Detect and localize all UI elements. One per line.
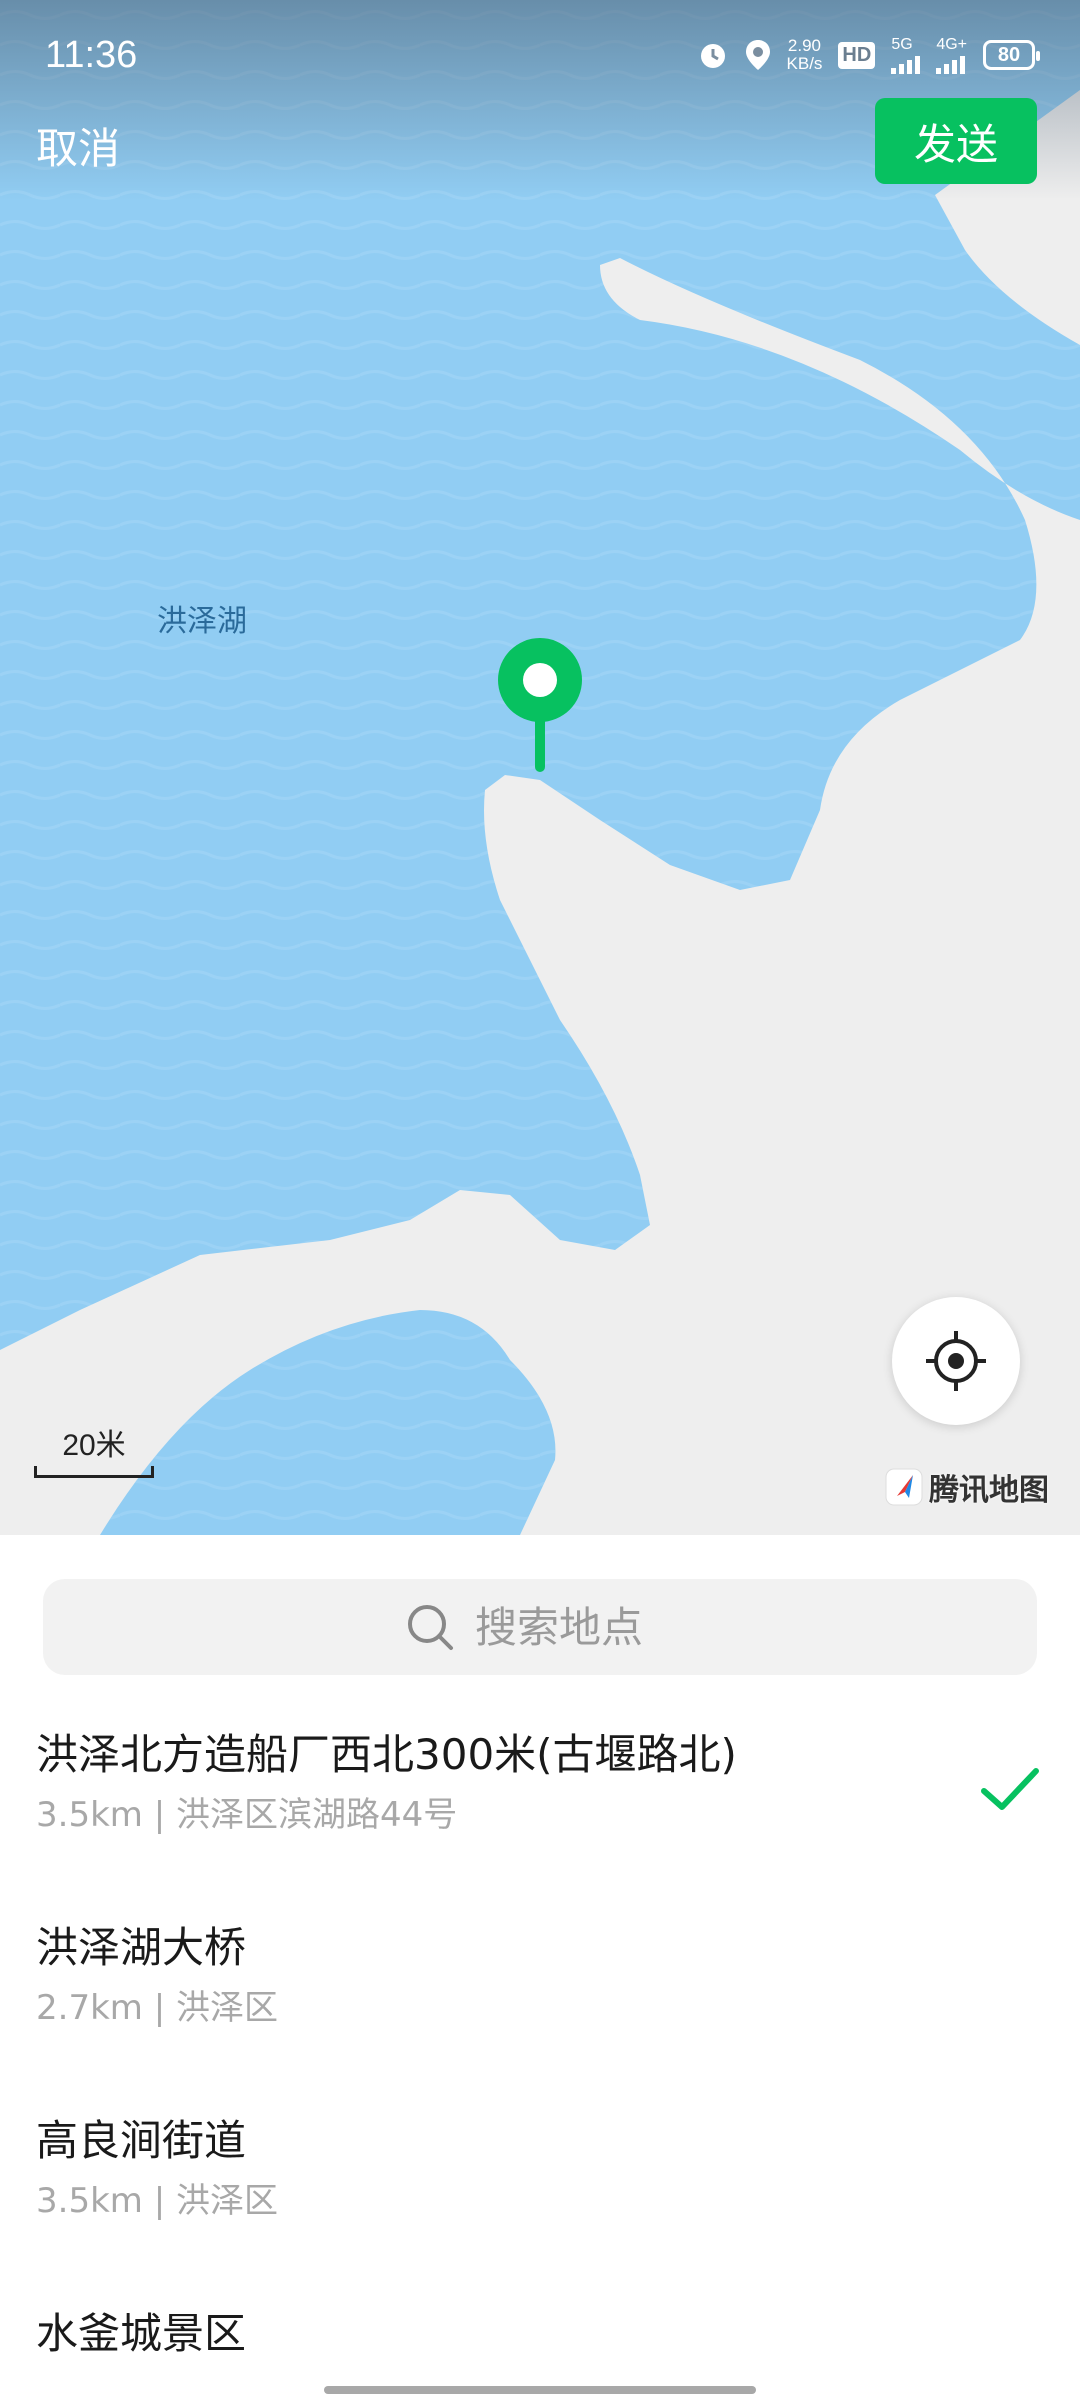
scale-label: 20米 [62, 1429, 126, 1462]
sim1-signal: 5G [891, 36, 921, 74]
send-button[interactable]: 发送 [875, 98, 1037, 184]
sim2-tech: 4G+ [936, 36, 967, 53]
scale-bar [34, 1466, 154, 1478]
net-speed-value: 2.90 [787, 36, 822, 55]
crosshair-icon [926, 1331, 986, 1391]
net-speed-unit: KB/s [786, 54, 823, 73]
net-speed: 2.90 KB/s [787, 37, 823, 73]
location-icon [745, 40, 770, 70]
status-time: 11:36 [45, 33, 138, 76]
sim2-signal: 4G+ [936, 36, 967, 74]
location-item[interactable]: 洪泽北方造船厂西北300米(古堰路北) 3.5km | 洪泽区滨湖路44号 [0, 1725, 1080, 1918]
home-indicator[interactable] [324, 2386, 756, 2394]
brand-label: 腾讯地图 [929, 1473, 1049, 1508]
check-icon [981, 1768, 1039, 1810]
location-name: 水釜城景区 [36, 2309, 247, 2358]
battery-level: 80 [997, 43, 1021, 66]
location-pin-icon [498, 638, 582, 772]
map-scale: 20米 [34, 1420, 154, 1478]
location-detail: 3.5km | 洪泽区 [36, 2181, 278, 2221]
location-item[interactable]: 洪泽湖大桥 2.7km | 洪泽区 [0, 1918, 1080, 2111]
status-icons: 2.90 KB/s HD 5G 4G+ 80 [697, 36, 1040, 74]
search-input[interactable] [475, 1602, 675, 1652]
my-location-button[interactable] [892, 1297, 1020, 1425]
location-item[interactable]: 高良涧街道 3.5km | 洪泽区 [0, 2111, 1080, 2304]
hd-badge: HD [838, 41, 876, 69]
search-icon [408, 1605, 453, 1650]
cancel-button[interactable]: 取消 [36, 115, 120, 176]
location-name: 洪泽北方造船厂西北300米(古堰路北) [36, 1730, 737, 1779]
map-brand: 腾讯地图 [885, 1465, 1049, 1509]
tencent-map-logo-icon [885, 1468, 923, 1506]
location-name: 洪泽湖大桥 [36, 1923, 247, 1972]
location-detail: 2.7km | 洪泽区 [36, 1988, 278, 2028]
location-detail: 3.5km | 洪泽区滨湖路44号 [36, 1795, 458, 1835]
search-box[interactable] [43, 1579, 1037, 1675]
signal-bars-icon [936, 54, 966, 74]
location-name: 高良涧街道 [36, 2116, 247, 2165]
signal-bars-icon [891, 54, 921, 74]
location-list: 洪泽北方造船厂西北300米(古堰路北) 3.5km | 洪泽区滨湖路44号 洪泽… [0, 1725, 1080, 2400]
sim1-tech: 5G [891, 36, 913, 53]
location-sheet: 洪泽北方造船厂西北300米(古堰路北) 3.5km | 洪泽区滨湖路44号 洪泽… [0, 1535, 1080, 2400]
map-view[interactable]: 洪泽湖 20米 腾讯地图 [0, 0, 1080, 1535]
status-bar: 11:36 2.90 KB/s HD 5G 4G+ 80 [0, 0, 1080, 110]
battery-icon: 80 [983, 40, 1040, 70]
alarm-icon [700, 44, 725, 68]
lake-label: 洪泽湖 [157, 604, 247, 639]
